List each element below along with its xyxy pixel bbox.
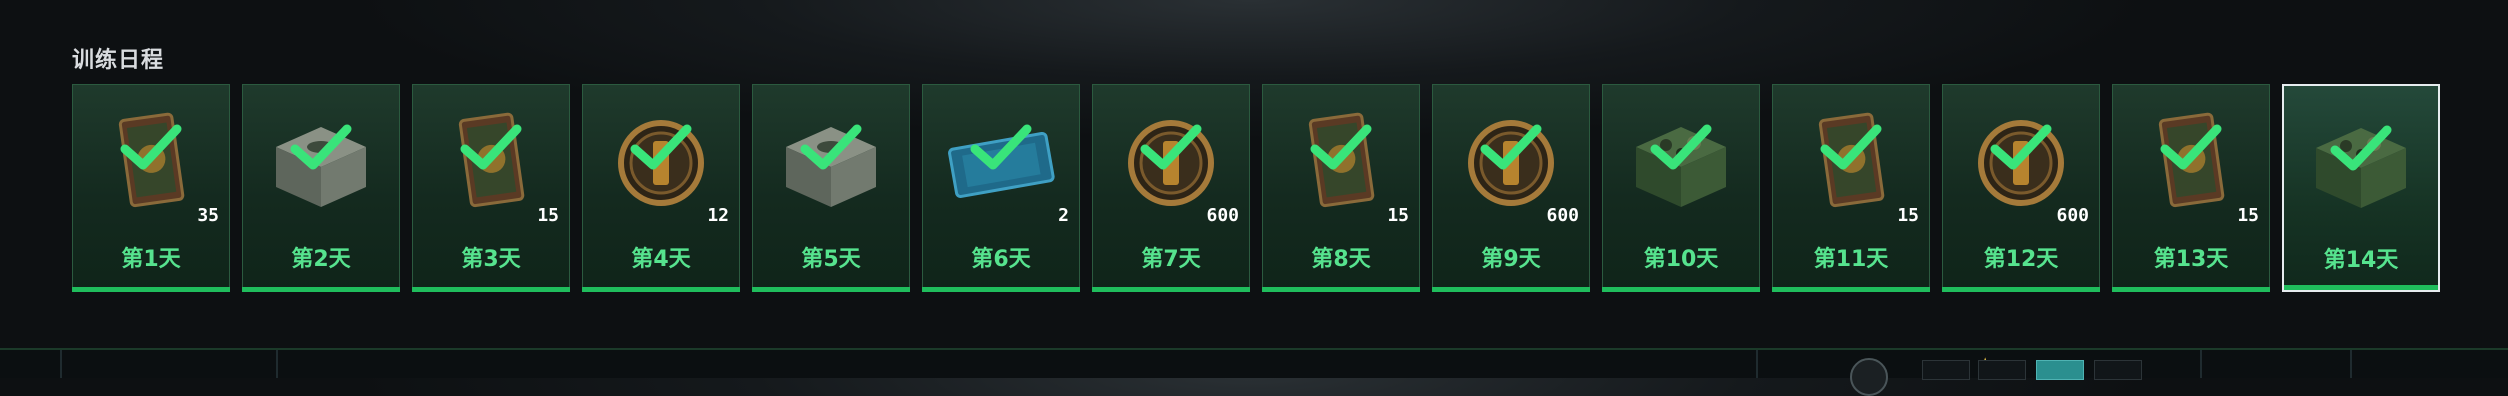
- emblem-icon[interactable]: [1850, 358, 1888, 396]
- day-label: 第9天: [1481, 247, 1541, 272]
- checkmark-icon: [1650, 124, 1712, 170]
- checkmark-icon: [800, 124, 862, 170]
- checkmark-icon: [2160, 124, 2222, 170]
- toolbar-slot[interactable]: [1922, 360, 1970, 380]
- day-card[interactable]: 第10天: [1602, 84, 1760, 292]
- checkmark-icon: [1140, 124, 1202, 170]
- reward-quantity: 12: [707, 205, 729, 226]
- day-label: 第12天: [1983, 247, 2059, 272]
- checkmark-icon: [1480, 124, 1542, 170]
- reward-quantity: 600: [1546, 205, 1579, 226]
- day-card-selected[interactable]: 第14天: [2282, 84, 2440, 292]
- toolbar-divider: [2350, 350, 2352, 378]
- day-card[interactable]: 600 第12天: [1942, 84, 2100, 292]
- day-card[interactable]: 12 第4天: [582, 84, 740, 292]
- toolbar-divider: [1756, 350, 1758, 378]
- day-label: 第13天: [2153, 247, 2229, 272]
- toolbar-divider: [60, 350, 62, 378]
- day-label: 第4天: [631, 247, 691, 272]
- day-label: 第3天: [461, 247, 521, 272]
- checkmark-icon: [290, 124, 352, 170]
- reward-quantity: 15: [1387, 205, 1409, 226]
- bottom-toolbar: ★: [0, 348, 2508, 396]
- reward-quantity: 15: [537, 205, 559, 226]
- toolbar-divider: [2200, 350, 2202, 378]
- reward-quantity: 2: [1058, 205, 1069, 226]
- day-label: 第14天: [2323, 248, 2399, 273]
- checkmark-icon: [1310, 124, 1372, 170]
- checkmark-icon: [970, 124, 1032, 170]
- day-card[interactable]: 第2天: [242, 84, 400, 292]
- day-label: 第10天: [1643, 247, 1719, 272]
- reward-quantity: 600: [1206, 205, 1239, 226]
- day-card[interactable]: 15 第8天: [1262, 84, 1420, 292]
- checkmark-icon: [630, 124, 692, 170]
- day-label: 第8天: [1311, 247, 1371, 272]
- toolbar-slot-active[interactable]: [2036, 360, 2084, 380]
- checkmark-icon: [1820, 124, 1882, 170]
- toolbar-slot[interactable]: [2094, 360, 2142, 380]
- reward-quantity: 15: [2237, 205, 2259, 226]
- day-card[interactable]: 15 第13天: [2112, 84, 2270, 292]
- checkmark-icon: [1990, 124, 2052, 170]
- reward-quantity: 600: [2056, 205, 2089, 226]
- toolbar-divider: [276, 350, 278, 378]
- section-title: 训练日程: [72, 48, 165, 73]
- reward-quantity: 15: [1897, 205, 1919, 226]
- toolbar-slot[interactable]: [1978, 360, 2026, 380]
- day-label: 第11天: [1813, 247, 1889, 272]
- reward-quantity: 35: [197, 205, 219, 226]
- day-card[interactable]: 2 第6天: [922, 84, 1080, 292]
- checkmark-icon: [460, 124, 522, 170]
- day-card[interactable]: 15 第11天: [1772, 84, 1930, 292]
- day-label: 第5天: [801, 247, 861, 272]
- checkmark-icon: [2330, 125, 2392, 171]
- day-card[interactable]: 第5天: [752, 84, 910, 292]
- day-card[interactable]: 600 第9天: [1432, 84, 1590, 292]
- day-card[interactable]: 15 第3天: [412, 84, 570, 292]
- day-label: 第7天: [1141, 247, 1201, 272]
- day-label: 第1天: [121, 247, 181, 272]
- day-card[interactable]: 35 第1天: [72, 84, 230, 292]
- day-card[interactable]: 600 第7天: [1092, 84, 1250, 292]
- day-label: 第2天: [291, 247, 351, 272]
- day-label: 第6天: [971, 247, 1031, 272]
- checkmark-icon: [120, 124, 182, 170]
